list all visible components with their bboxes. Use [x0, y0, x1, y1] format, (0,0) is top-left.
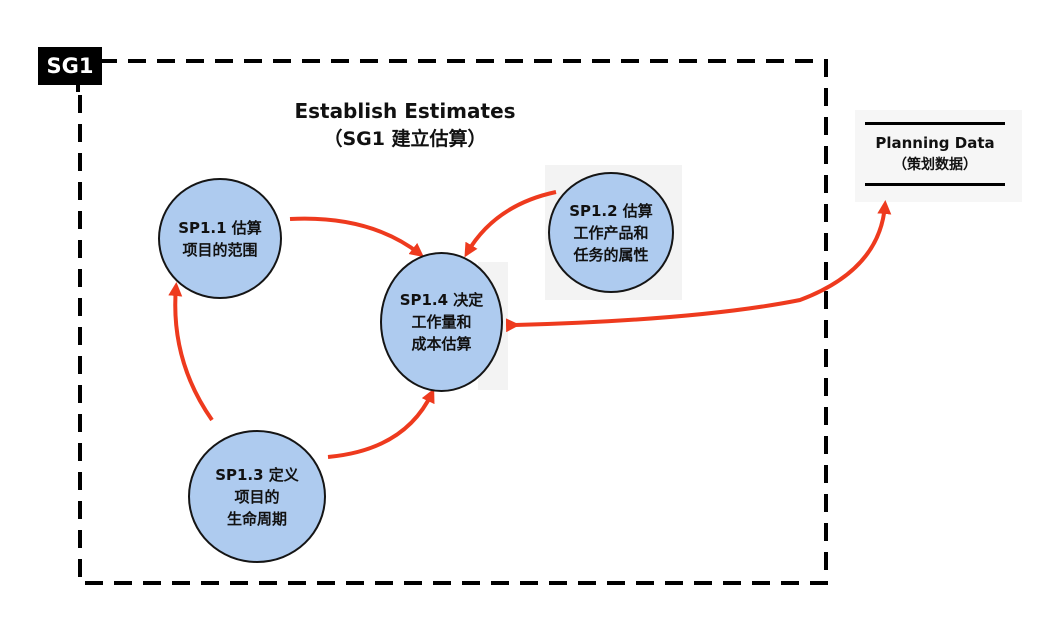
node-sp11: SP1.1 估算 项目的范围	[158, 178, 282, 299]
goal-tag: SG1	[38, 47, 102, 85]
node-sp13-line2: 项目的	[234, 487, 280, 506]
node-sp14: SP1.4 决定 工作量和 成本估算	[380, 252, 503, 392]
node-sp12-line2: 工作产品和	[573, 223, 649, 242]
node-sp13: SP1.3 定义 项目的 生命周期	[188, 430, 326, 563]
title-english: Establish Estimates	[294, 99, 516, 123]
arrow-sp11-to-sp14	[289, 216, 424, 258]
node-sp12-line1: SP1.2 估算	[569, 201, 653, 220]
arrow-sp13-to-sp11	[168, 282, 214, 422]
node-sp11-line1: SP1.1 估算	[178, 218, 262, 237]
node-sp14-line1: SP1.4 决定	[399, 291, 484, 309]
diagram-canvas: SG1 Establish Estimates （SG1 建立估算） SP1.1…	[0, 0, 1062, 642]
node-sp13-line3: 生命周期	[226, 509, 287, 528]
arrow-sp12-to-sp14	[464, 190, 557, 258]
node-sp12: SP1.2 估算 工作产品和 任务的属性	[548, 172, 674, 293]
title-chinese: （SG1 建立估算）	[323, 128, 487, 150]
arrow-sp13-to-sp14	[327, 388, 435, 459]
goal-tag-connector	[76, 80, 80, 92]
diagram-title: Establish Estimates （SG1 建立估算）	[270, 97, 540, 153]
node-sp14-line2: 工作量和	[411, 313, 472, 331]
node-sp13-line1: SP1.3 定义	[215, 465, 299, 484]
node-sp14-line3: 成本估算	[411, 335, 472, 353]
store-label-chinese: （策划数据）	[893, 157, 977, 173]
store-label-english: Planning Data	[875, 134, 995, 152]
planning-data-store: Planning Data （策划数据）	[865, 122, 1005, 186]
node-sp11-line2: 项目的范围	[182, 240, 258, 259]
node-sp12-line3: 任务的属性	[573, 245, 649, 264]
